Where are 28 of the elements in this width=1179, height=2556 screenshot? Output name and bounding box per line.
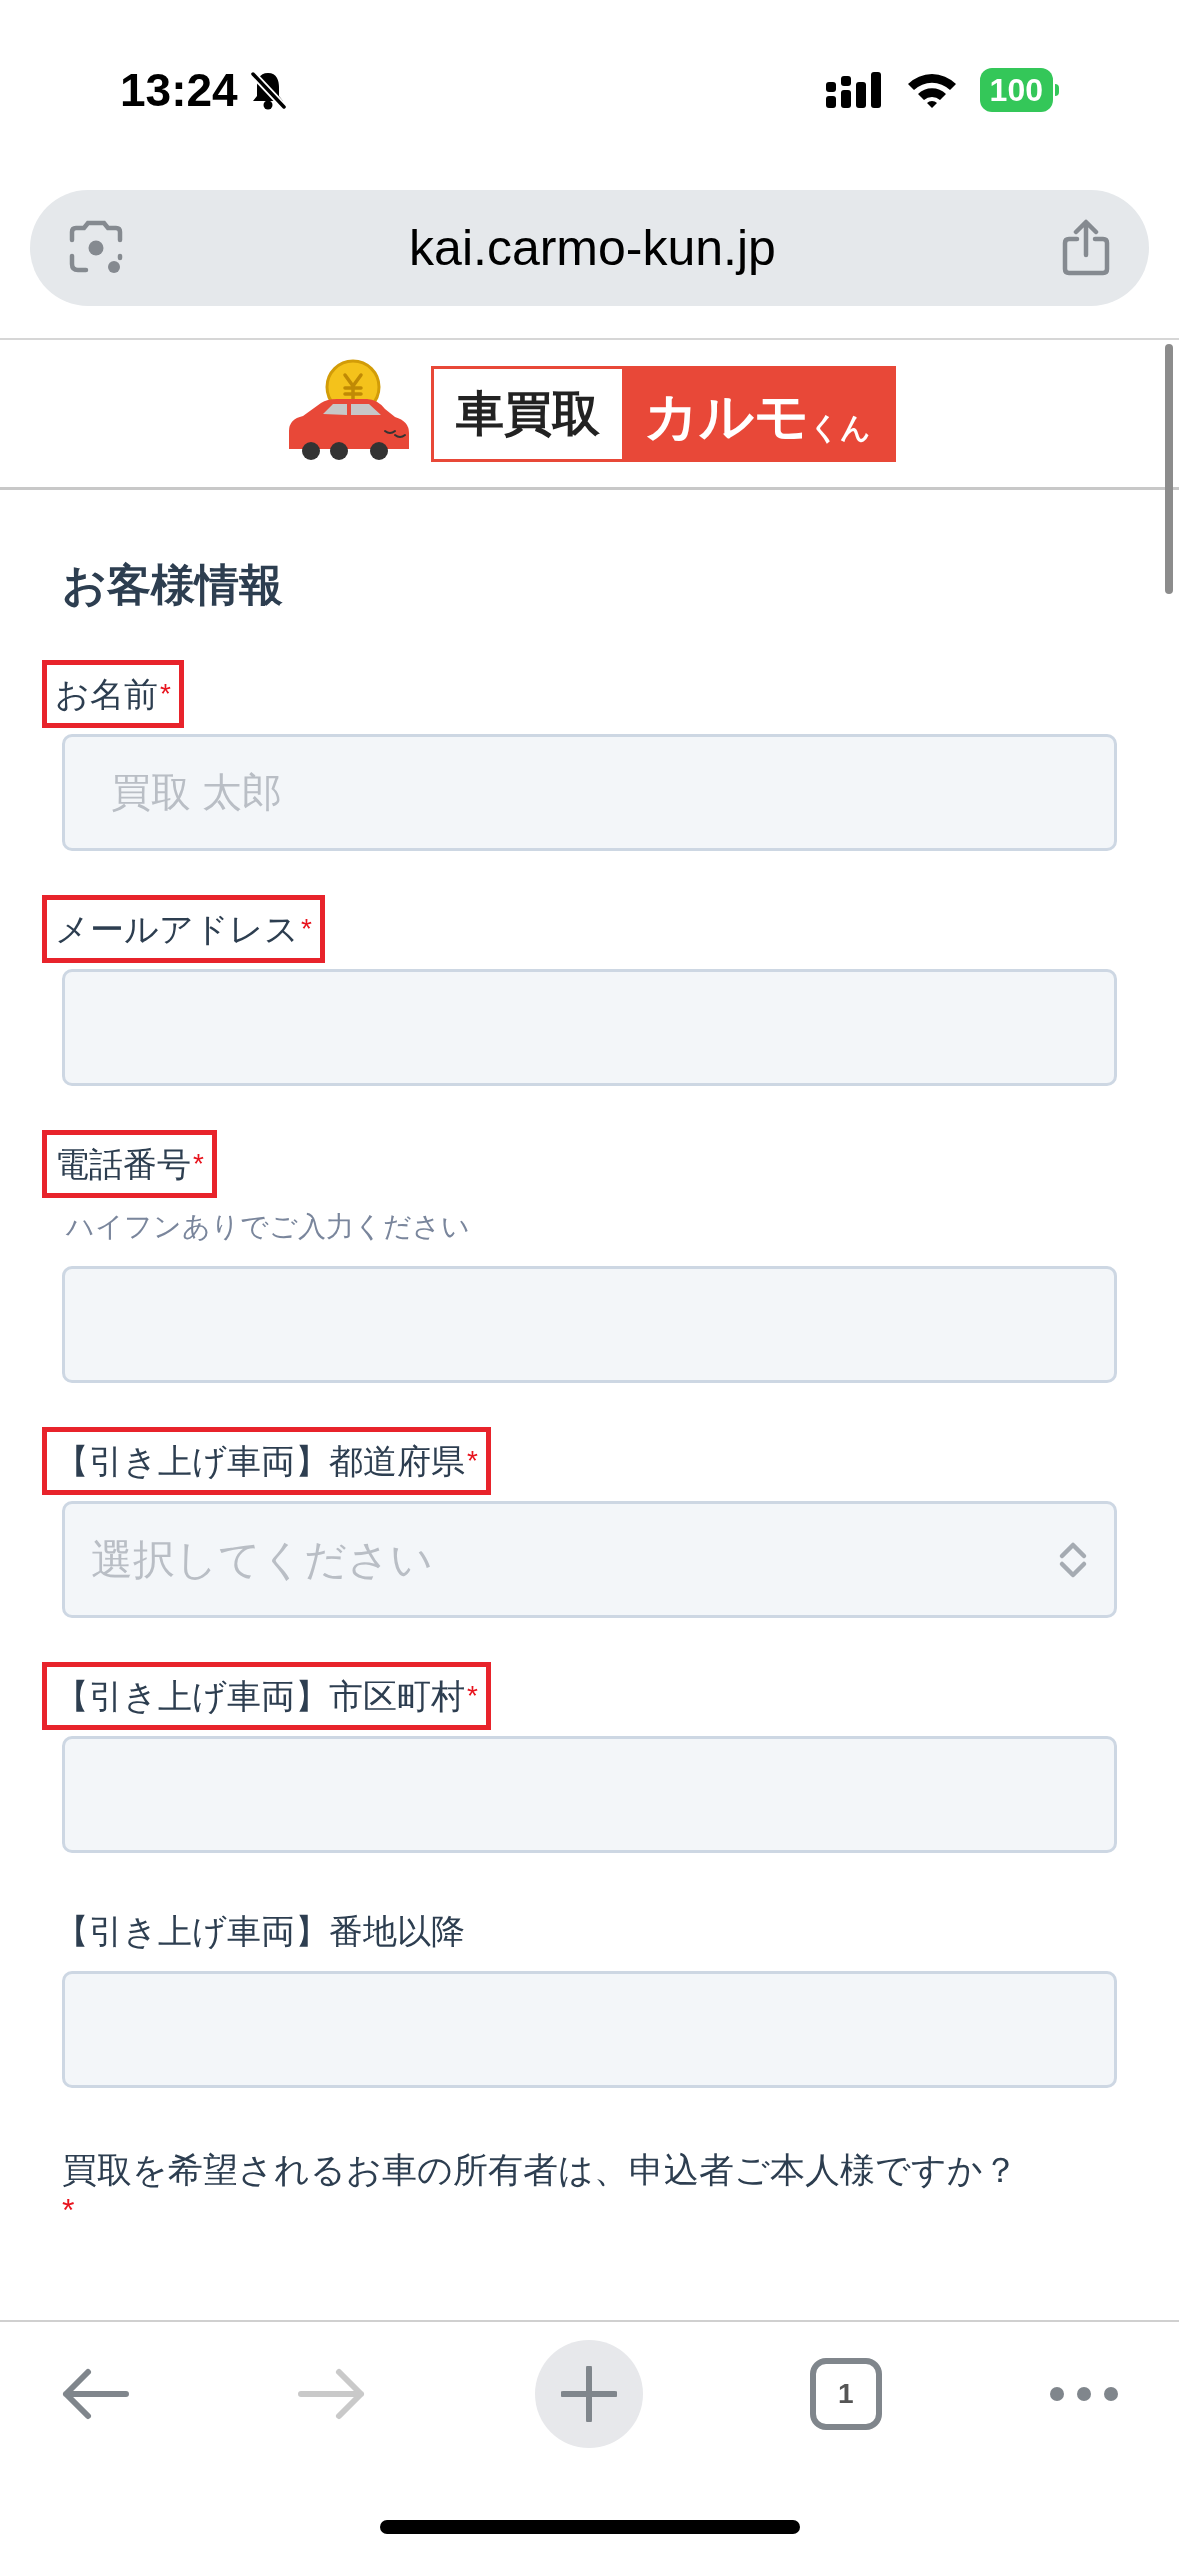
more-icon[interactable]: [1049, 2386, 1119, 2402]
field-hint: ハイフンありでご入力ください: [66, 1210, 471, 1244]
address-bar[interactable]: kai.carmo-kun.jp: [30, 190, 1149, 306]
brand-logo: 車買取 カルモ くん: [431, 365, 896, 462]
camera-lens-icon: [68, 220, 124, 276]
status-time: 13:24: [120, 62, 238, 118]
question-text: 買取を希望されるお車の所有者は、申込者ご本人様ですか？: [62, 2149, 1019, 2191]
field-label: 【引き上げ車両】番地以降: [54, 1911, 466, 1952]
signal-icon: [825, 70, 884, 110]
battery-level: 100: [979, 68, 1053, 112]
back-arrow-icon[interactable]: [60, 2366, 130, 2422]
tab-count-button[interactable]: 1: [809, 2358, 882, 2430]
url-text: kai.carmo-kun.jp: [409, 218, 776, 278]
required-mark: *: [62, 2194, 75, 2226]
text-field[interactable]: [62, 1736, 1117, 1853]
section-title: お客様情報: [62, 559, 284, 611]
field-label: メールアドレス*: [42, 895, 325, 963]
scrollbar[interactable]: [1165, 344, 1173, 594]
field-label: お名前*: [42, 660, 184, 728]
text-field[interactable]: [62, 1266, 1117, 1383]
field-label: 【引き上げ車両】都道府県*: [42, 1427, 491, 1495]
field-label: 電話番号*: [42, 1130, 217, 1198]
text-field[interactable]: [62, 1971, 1117, 2088]
share-icon[interactable]: [1061, 219, 1111, 277]
text-field[interactable]: [62, 969, 1117, 1086]
text-field[interactable]: 買取 太郎: [62, 734, 1117, 851]
plus-icon: [560, 2366, 617, 2422]
field-label: 【引き上げ車両】市区町村*: [42, 1662, 491, 1730]
